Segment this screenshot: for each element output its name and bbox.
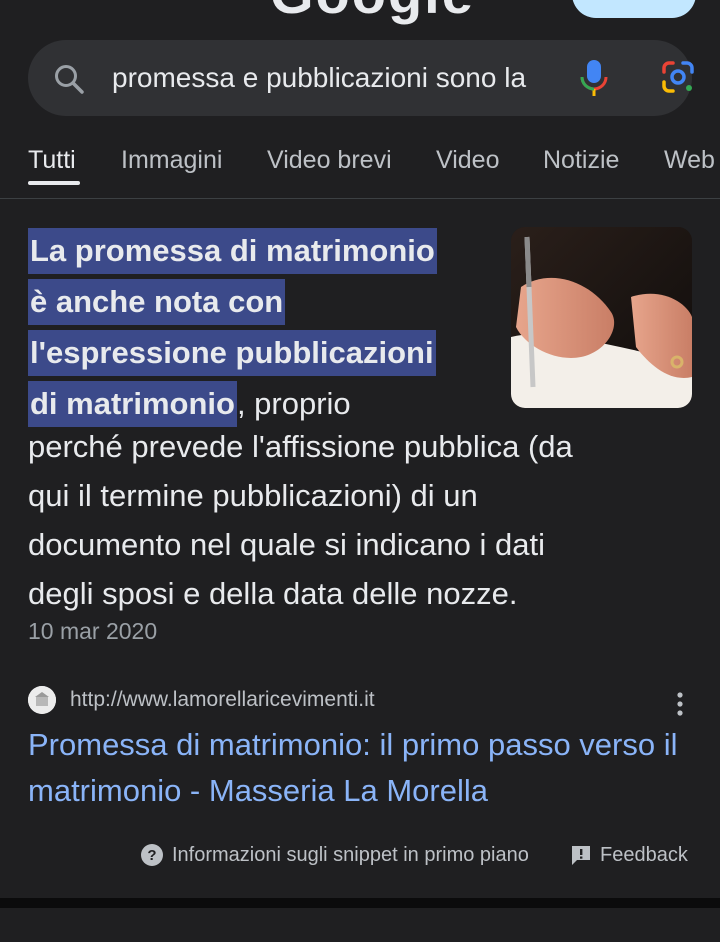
tab-video-brevi[interactable]: Video brevi [267,146,392,175]
search-bar[interactable]: promessa e pubblicazioni sono la [28,40,694,116]
snippet-info-link[interactable]: Informazioni sugli snippet in primo pian… [172,841,529,869]
snippet-continuation: , proprio [236,386,351,421]
tab-web[interactable]: Web [664,146,715,175]
more-options-icon[interactable] [670,688,690,720]
featured-snippet-highlight: La promessa di matrimonio è anche nota c… [28,226,488,430]
tab-notizie[interactable]: Notizie [543,146,619,175]
tab-immagini[interactable]: Immagini [121,146,222,175]
active-tab-indicator [28,181,80,185]
snippet-highlight-line: La promessa di matrimonio [28,228,437,274]
snippet-highlight-line: di matrimonio [28,381,237,427]
help-icon[interactable]: ? [140,843,164,867]
tab-tutti[interactable]: Tutti [28,146,76,175]
snippet-body-line: documento nel quale si indicano i dati [28,527,546,562]
result-url[interactable]: http://www.lamorellaricevimenti.it [70,686,375,714]
feedback-icon[interactable] [570,844,592,866]
snippet-highlight-line: l'espressione pubblicazioni [28,330,436,376]
search-input[interactable]: promessa e pubblicazioni sono la [112,40,552,116]
search-tabs: Tutti Immagini Video brevi Video Notizie… [0,140,720,198]
snippet-thumbnail[interactable] [511,227,692,408]
search-results-page: Google promessa e pubblicazioni sono la [0,0,720,942]
section-divider [0,898,720,908]
snippet-body-line: qui il termine pubblicazioni) di un [28,478,478,513]
snippet-body-line: perché prevede l'affissione pubblica (da [28,429,573,464]
site-favicon-icon[interactable] [28,686,56,714]
mic-icon[interactable] [576,58,612,98]
snippet-highlight-line: è anche nota con [28,279,286,325]
feedback-link[interactable]: Feedback [600,841,688,869]
result-title-link[interactable]: Promessa di matrimonio: il primo passo v… [28,722,688,814]
google-logo[interactable]: Google [270,0,475,22]
google-lens-icon[interactable] [656,58,700,98]
tab-video[interactable]: Video [436,146,500,175]
next-result-area [0,908,720,942]
snippet-date: 10 mar 2020 [28,618,158,644]
sign-in-button[interactable] [572,0,696,18]
tabs-divider [0,198,720,199]
snippet-body-line: degli sposi e della data delle nozze. [28,576,518,611]
search-icon[interactable] [52,62,86,96]
svg-text:?: ? [147,847,156,864]
